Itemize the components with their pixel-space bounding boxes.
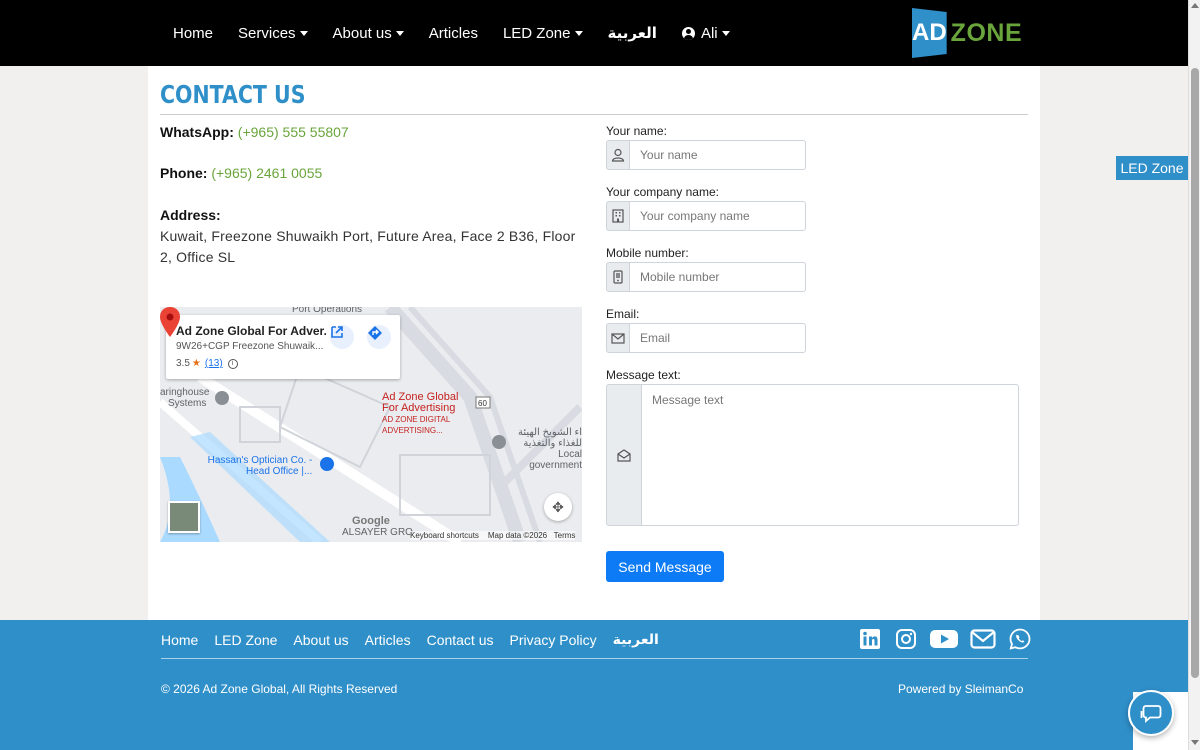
envelope-open-icon [606,384,641,526]
whatsapp-info: WhatsApp: (+965) 555 55807 [160,124,349,140]
map-label-arabic: اء الشويخ الهيئة للغذاء والتغذية Local g… [517,427,582,471]
road-number: 60 [478,399,487,408]
info-icon[interactable]: i [227,358,238,369]
message-input-group [606,384,1019,526]
map-place-address: 9W26+CGP Freezone Shuwaik... [176,341,324,352]
footer-link-home[interactable]: Home [161,632,198,648]
name-label: Your name: [606,124,667,138]
message-label: Message text: [606,368,681,382]
company-label: Your company name: [606,185,719,199]
mobile-input-group [606,262,806,292]
nav-articles[interactable]: Articles [429,25,478,42]
whatsapp-label: WhatsApp: [160,124,234,140]
satellite-toggle[interactable] [168,501,200,533]
embedded-map[interactable]: 60 Ad Zone Global For Adver... 9W26+CGP … [160,307,582,542]
map-business-label: Ad Zone Global For Advertising AD ZONE D… [382,391,459,436]
star-icon: ★ [191,358,201,369]
map-attribution: Keyboard shortcuts Map data ©2026 Terms [410,531,576,540]
scroll-thumb[interactable] [1191,68,1199,678]
mail-icon[interactable] [970,627,996,651]
nav-home[interactable]: Home [173,25,213,42]
led-zone-side-tab[interactable]: LED Zone [1116,156,1188,180]
mobile-phone-icon [606,262,629,292]
keyboard-shortcuts-link[interactable]: Keyboard shortcuts [410,531,479,540]
reviews-link[interactable]: (13) [205,358,223,369]
footer-link-articles[interactable]: Articles [365,632,411,648]
copyright-text: © 2026 Ad Zone Global, All Rights Reserv… [161,682,398,696]
page-title: CONTACT US [160,80,306,109]
youtube-icon[interactable] [930,627,958,651]
scroll-down-icon[interactable] [1191,740,1199,745]
map-place-rating: 3.5 ★ (13) i [176,358,238,369]
open-map-button[interactable] [330,325,354,349]
map-label-clearinghouse: aringhouse Systems [160,387,210,409]
map-label-hassan: Hassan's Optician Co. - Head Office |... [207,455,313,477]
company-input[interactable] [629,201,806,231]
name-input-group [606,140,806,170]
footer-nav: Home LED Zone About us Articles Contact … [161,631,675,648]
google-logo: Google [352,515,390,527]
external-link-icon [331,326,343,338]
envelope-icon [606,323,629,353]
phone-info: Phone: (+965) 2461 0055 [160,165,322,181]
phone-link[interactable]: (+965) 2461 0055 [211,165,322,181]
map-data-text: Map data ©2026 [487,531,548,540]
contact-card: CONTACT US WhatsApp: (+965) 555 55807 Ph… [148,66,1040,620]
chat-launcher-button[interactable] [1128,690,1174,736]
nav-services[interactable]: Services [238,25,308,42]
name-input[interactable] [629,140,806,170]
map-label-alsayer: ALSAYER GRO [342,527,413,538]
footer-link-contact-us[interactable]: Contact us [427,632,494,648]
nav-user-menu[interactable]: Ali [681,25,730,42]
message-textarea[interactable] [641,384,1019,526]
footer-link-about-us[interactable]: About us [293,632,348,648]
site-logo[interactable]: AD ZONE [912,8,1022,58]
whatsapp-icon[interactable] [1008,627,1032,651]
social-links [858,627,1044,651]
email-input[interactable] [629,323,806,353]
powered-by-link[interactable]: Powered by SleimanCo [898,682,1023,696]
user-circle-icon [681,26,695,40]
address-text: Kuwait, Freezone Shuwaikh Port, Future A… [160,228,576,265]
linkedin-icon[interactable] [858,627,882,651]
map-place-card: Ad Zone Global For Adver... 9W26+CGP Fre… [166,315,400,379]
chat-bubble-icon [1140,705,1162,723]
footer-link-led-zone[interactable]: LED Zone [214,632,277,648]
user-icon [606,140,629,170]
footer-divider [161,658,1028,659]
footer-link-arabic[interactable]: العربية [613,631,659,648]
company-input-group [606,201,806,231]
address-label: Address: [160,207,221,223]
email-input-group [606,323,806,353]
scroll-up-icon[interactable] [1191,3,1199,8]
map-place-title[interactable]: Ad Zone Global For Adver... [176,324,326,338]
phone-label: Phone: [160,165,208,181]
chevron-down-icon [299,30,308,36]
site-footer: Home LED Zone About us Articles Contact … [0,620,1188,750]
building-icon [606,201,629,231]
terms-link[interactable]: Terms [554,531,576,540]
map-pan-icon[interactable]: ✥ [544,493,572,521]
footer-link-privacy-policy[interactable]: Privacy Policy [510,632,597,648]
chevron-down-icon [395,30,404,36]
whatsapp-link[interactable]: (+965) 555 55807 [238,124,349,140]
send-message-button[interactable]: Send Message [606,551,724,582]
chevron-down-icon [574,30,583,36]
chevron-down-icon [721,30,730,36]
instagram-icon[interactable] [894,627,918,651]
mobile-label: Mobile number: [606,246,689,260]
page-scrollbar[interactable] [1188,0,1200,750]
nav-about-us[interactable]: About us [333,25,404,42]
directions-icon [368,326,382,340]
directions-button[interactable] [367,325,391,349]
nav-led-zone[interactable]: LED Zone [503,25,583,42]
map-pin-icon[interactable] [160,307,180,337]
mobile-input[interactable] [629,262,806,292]
nav-menu: Home Services About us Articles LED Zone… [173,0,755,66]
title-divider [160,114,1028,115]
map-label-port: Port Operations [292,307,363,315]
top-navbar: Home Services About us Articles LED Zone… [0,0,1188,66]
email-label: Email: [606,307,640,321]
nav-arabic[interactable]: العربية [608,24,657,42]
